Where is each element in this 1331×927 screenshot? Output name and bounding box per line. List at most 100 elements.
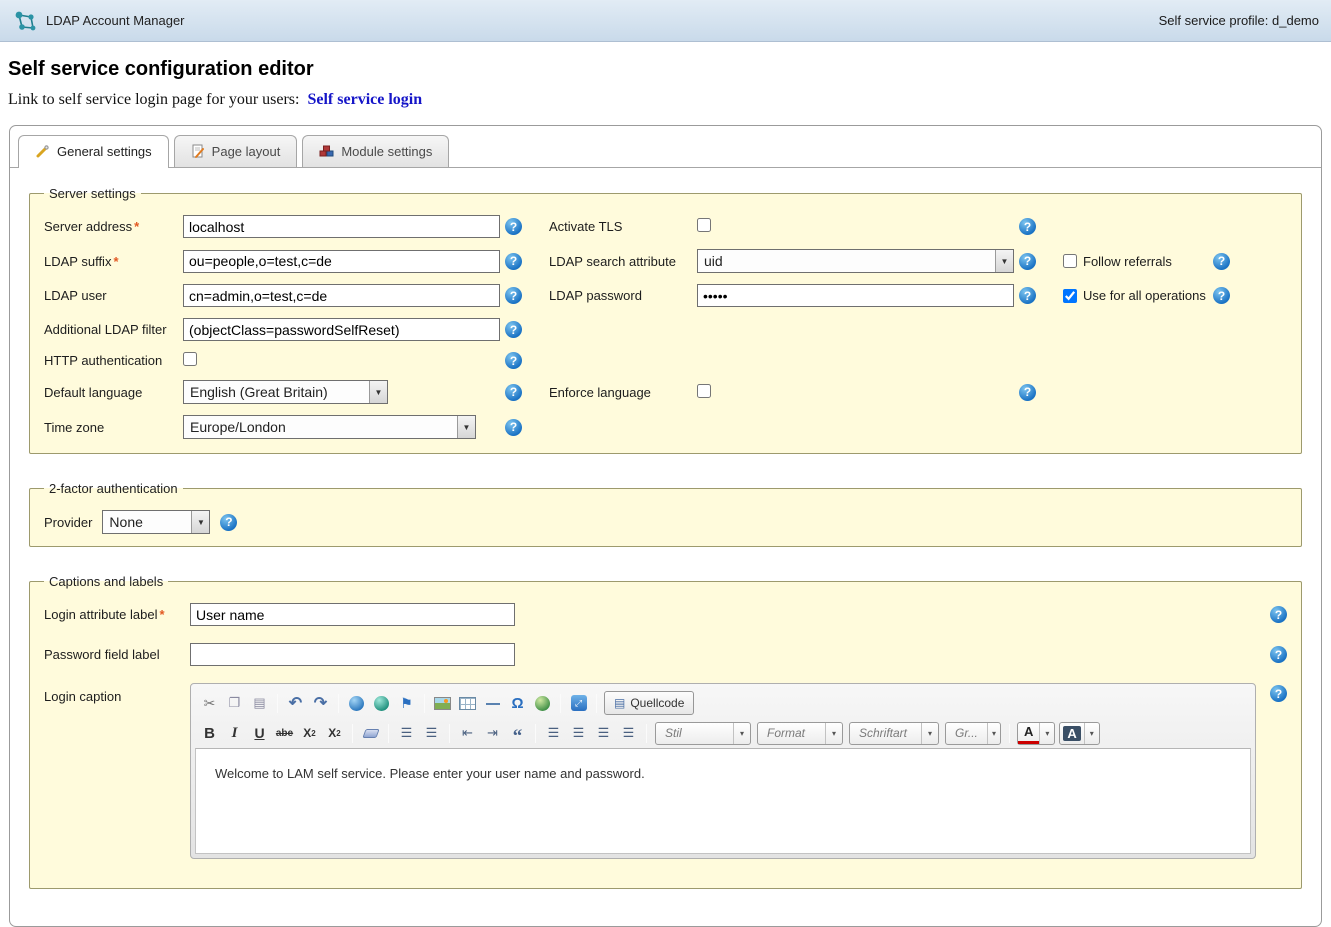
toolbar-separator (449, 724, 450, 743)
additional-filter-input[interactable] (183, 318, 500, 341)
help-icon[interactable]: ? (505, 287, 522, 304)
background-color-button[interactable]: A▾ (1059, 722, 1099, 745)
toolbar-separator (352, 724, 353, 743)
align-center-icon[interactable]: ☰ (566, 721, 591, 745)
ldap-user-label: LDAP user (44, 288, 183, 303)
http-auth-checkbox[interactable] (183, 352, 197, 366)
outdent-icon[interactable]: ⇤ (455, 721, 480, 745)
enforce-language-checkbox[interactable] (697, 384, 711, 398)
search-attribute-select[interactable]: uid▼ (697, 249, 1014, 273)
italic-icon[interactable]: I (222, 721, 247, 745)
help-icon[interactable]: ? (1270, 685, 1287, 702)
bulleted-list-icon[interactable]: ☰ (419, 721, 444, 745)
activate-tls-checkbox[interactable] (697, 218, 711, 232)
enforce-language-label: Enforce language (549, 385, 697, 400)
provider-select[interactable]: None▼ (102, 510, 210, 534)
tab-general-settings[interactable]: General settings (18, 135, 169, 168)
help-icon[interactable]: ? (505, 321, 522, 338)
server-settings-legend: Server settings (44, 186, 141, 201)
text-color-button[interactable]: A▾ (1017, 722, 1055, 745)
font-combo[interactable]: Schriftart▾ (849, 722, 939, 745)
horizontal-rule-icon[interactable] (480, 691, 505, 715)
provider-row: Provider None▼ ? (44, 510, 1287, 534)
help-icon[interactable]: ? (1019, 384, 1036, 401)
tab-general-label: General settings (57, 144, 152, 159)
password-field-label-row: Password field label ? (44, 643, 1287, 666)
insert-table-icon[interactable] (455, 691, 480, 715)
strikethrough-icon[interactable]: abe (272, 721, 297, 745)
cut-icon[interactable]: ✂ (197, 691, 222, 715)
align-right-icon[interactable]: ☰ (591, 721, 616, 745)
follow-referrals-checkbox[interactable] (1063, 254, 1077, 268)
link-icon[interactable] (344, 691, 369, 715)
server-address-label: Server address* (44, 219, 183, 234)
globe-icon[interactable] (530, 691, 555, 715)
paste-icon[interactable]: ▤ (247, 691, 272, 715)
help-icon[interactable]: ? (220, 514, 237, 531)
size-combo[interactable]: Gr...▾ (945, 722, 1001, 745)
help-icon[interactable]: ? (1270, 606, 1287, 623)
help-icon[interactable]: ? (1019, 287, 1036, 304)
copy-icon[interactable]: ❐ (222, 691, 247, 715)
toolbar-separator (338, 694, 339, 713)
login-attribute-input[interactable] (190, 603, 515, 626)
time-zone-label: Time zone (44, 420, 183, 435)
chevron-down-icon: ▾ (733, 723, 750, 744)
editor-content[interactable]: Welcome to LAM self service. Please ente… (195, 748, 1251, 854)
time-zone-select[interactable]: Europe/London▼ (183, 415, 476, 439)
spellcheck-flag-icon[interactable]: ⚑ (394, 691, 419, 715)
help-icon[interactable]: ? (1270, 646, 1287, 663)
remove-format-icon[interactable] (358, 721, 383, 745)
ldap-suffix-input[interactable] (183, 250, 500, 273)
editor-toolbar-row1: ✂ ❐ ▤ ↶ ↷ ⚑ Ω (195, 688, 1251, 718)
unlink-icon[interactable] (369, 691, 394, 715)
default-language-select[interactable]: English (Great Britain)▼ (183, 380, 388, 404)
source-button[interactable]: ▤ Quellcode (604, 691, 694, 715)
ldap-user-input[interactable] (183, 284, 500, 307)
help-icon[interactable]: ? (505, 253, 522, 270)
chevron-down-icon: ▾ (1084, 723, 1099, 744)
server-address-input[interactable] (183, 215, 500, 238)
superscript-icon[interactable]: X2 (322, 721, 347, 745)
help-icon[interactable]: ? (505, 352, 522, 369)
bold-icon[interactable]: B (197, 721, 222, 745)
tab-page-layout[interactable]: Page layout (174, 135, 298, 167)
help-icon[interactable]: ? (505, 419, 522, 436)
insert-image-icon[interactable] (430, 691, 455, 715)
help-icon[interactable]: ? (505, 218, 522, 235)
underline-icon[interactable]: U (247, 721, 272, 745)
login-attribute-label: Login attribute label* (44, 607, 190, 622)
toolbar-separator (277, 694, 278, 713)
help-icon[interactable]: ? (1019, 253, 1036, 270)
style-combo[interactable]: Stil▾ (655, 722, 751, 745)
ldap-user-row: LDAP user ? LDAP password ? Use for all … (44, 284, 1287, 307)
help-icon[interactable]: ? (505, 384, 522, 401)
follow-referrals-label: Follow referrals (1083, 254, 1172, 269)
use-all-operations-label: Use for all operations (1083, 288, 1206, 303)
align-left-icon[interactable]: ☰ (541, 721, 566, 745)
redo-icon[interactable]: ↷ (308, 691, 333, 715)
help-icon[interactable]: ? (1213, 287, 1230, 304)
maximize-icon[interactable]: ⤢ (566, 691, 591, 715)
numbered-list-icon[interactable]: ☰ (394, 721, 419, 745)
undo-icon[interactable]: ↶ (283, 691, 308, 715)
indent-icon[interactable]: ⇥ (480, 721, 505, 745)
help-icon[interactable]: ? (1213, 253, 1230, 270)
special-character-icon[interactable]: Ω (505, 691, 530, 715)
blockquote-icon[interactable]: “ (505, 721, 530, 745)
password-field-label-input[interactable] (190, 643, 515, 666)
toolbar-separator (388, 724, 389, 743)
tab-module-settings[interactable]: Module settings (302, 135, 449, 167)
subscript-icon[interactable]: X2 (297, 721, 322, 745)
use-all-operations-checkbox[interactable] (1063, 289, 1077, 303)
follow-referrals-group: Follow referrals (1063, 254, 1213, 269)
http-auth-row: HTTP authentication ? (44, 352, 1287, 369)
align-justify-icon[interactable]: ☰ (616, 721, 641, 745)
format-combo[interactable]: Format▾ (757, 722, 843, 745)
two-factor-fieldset: 2-factor authentication Provider None▼ ? (29, 481, 1302, 547)
app-title: LDAP Account Manager (46, 13, 185, 28)
tab-content: Server settings Server address* ? Activa… (10, 168, 1321, 926)
ldap-password-input[interactable] (697, 284, 1014, 307)
help-icon[interactable]: ? (1019, 218, 1036, 235)
self-service-login-link[interactable]: Self service login (307, 91, 422, 108)
